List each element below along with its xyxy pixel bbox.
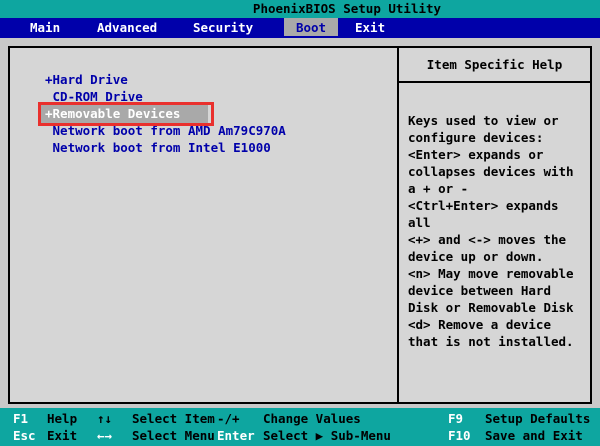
help-line: device up or down.	[408, 249, 544, 264]
help-line: <Ctrl+Enter> expands	[408, 198, 559, 213]
key-action-enter: Select ▶ Sub-Menu	[263, 428, 391, 443]
key-action-left-right: Select Menu	[132, 428, 215, 443]
boot-row: +Hard Drive	[45, 71, 286, 88]
boot-item[interactable]: Network boot from Intel E1000	[45, 140, 271, 155]
tab-exit[interactable]: Exit	[355, 18, 385, 37]
help-panel-title: Item Specific Help	[426, 57, 563, 72]
help-line: all	[408, 215, 431, 230]
bios-setup-screen: PhoenixBIOS Setup Utility Main Advanced Se…	[0, 0, 600, 446]
help-line: device between Hard	[408, 283, 551, 298]
help-line: Keys used to view or	[408, 113, 559, 128]
help-line: that is not installed.	[408, 334, 574, 349]
help-line: a + or -	[408, 181, 469, 196]
key-action-f1: Help	[47, 411, 78, 426]
key-f1: F1	[13, 411, 29, 426]
help-line: <n> May move removable	[408, 266, 574, 281]
boot-item-selected[interactable]: +Removable Devices	[41, 105, 208, 123]
help-line: <d> Remove a device	[408, 317, 551, 332]
title-bar: PhoenixBIOS Setup Utility	[0, 0, 600, 18]
panel-divider	[397, 48, 399, 402]
boot-row: Network boot from AMD Am79C970A	[45, 122, 286, 139]
help-line: <+> and <-> moves the	[408, 232, 567, 247]
tab-advanced[interactable]: Advanced	[97, 18, 157, 37]
boot-row: Network boot from Intel E1000	[45, 139, 286, 156]
boot-row: CD-ROM Drive	[45, 88, 286, 105]
help-line: configure devices:	[408, 130, 544, 145]
help-line: collapses devices with	[408, 164, 574, 179]
boot-item[interactable]: Network boot from AMD Am79C970A	[45, 123, 286, 138]
help-panel-header: Item Specific Help	[399, 48, 590, 83]
app-title: PhoenixBIOS Setup Utility	[252, 1, 442, 16]
content-frame: +Hard Drive CD-ROM Drive +Removable Devic…	[8, 46, 592, 404]
help-line: Disk or Removable Disk	[408, 300, 574, 315]
boot-item[interactable]: CD-ROM Drive	[45, 89, 143, 104]
key-action-up-down: Select Item	[132, 411, 215, 426]
menu-bar: Main Advanced Security Boot Exit	[0, 18, 600, 38]
key-action-esc: Exit	[47, 428, 78, 443]
tab-main[interactable]: Main	[30, 18, 60, 37]
tab-boot[interactable]: Boot	[284, 18, 338, 36]
key-action-f10: Save and Exit	[485, 428, 583, 443]
key-enter: Enter	[217, 428, 255, 443]
key-action-minus-plus: Change Values	[263, 411, 361, 426]
key-esc: Esc	[13, 428, 36, 443]
tab-security[interactable]: Security	[193, 18, 253, 37]
key-up-down: ↑↓	[97, 411, 113, 426]
help-text: Keys used to view or configure devices: <E…	[408, 112, 586, 350]
help-line: <Enter> expands or	[408, 147, 544, 162]
boot-device-list: +Hard Drive CD-ROM Drive +Removable Devic…	[41, 71, 286, 156]
key-f10: F10	[448, 428, 471, 443]
key-minus-plus: -/+	[217, 411, 240, 426]
key-left-right: ←→	[97, 428, 113, 443]
key-action-f9: Setup Defaults	[485, 411, 591, 426]
key-bar: F1 Help ↑↓ Select Item -/+ Change Values F9 Set…	[0, 408, 600, 446]
boot-row: +Removable Devices	[41, 105, 286, 123]
boot-item[interactable]: +Hard Drive	[45, 72, 128, 87]
key-f9: F9	[448, 411, 464, 426]
